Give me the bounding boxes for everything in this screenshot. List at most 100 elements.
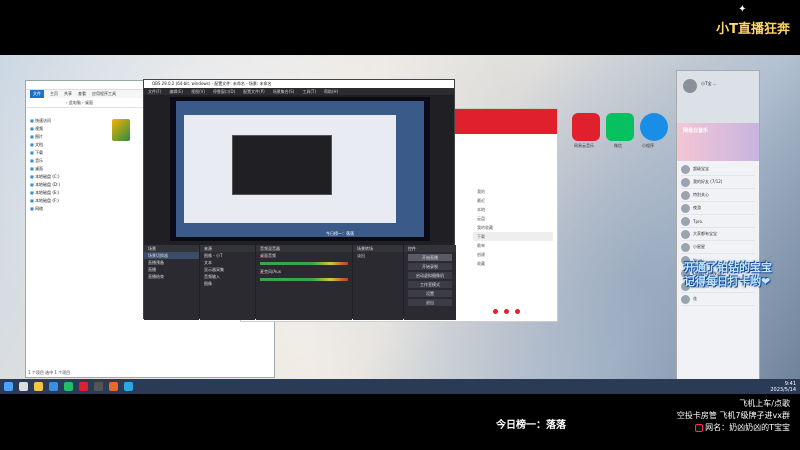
sidebar-item[interactable]: 本地磁盘 (D:)	[30, 181, 92, 189]
music-menu-item[interactable]: 云盘	[473, 214, 553, 223]
list-item[interactable]: 超级宝宝	[681, 163, 755, 176]
obs-menu-docks[interactable]: 停靠窗口(D)	[213, 88, 235, 95]
source-item[interactable]: 图像	[200, 280, 255, 287]
sidebar-item[interactable]: 视频	[30, 125, 92, 133]
mixer-header: 音频混音器	[256, 245, 352, 252]
stream-logo: ✦ 小T直播狂奔	[716, 4, 790, 37]
sources-dock: 来源 图像 - 小T 文本 显示器采集 音频输入 图像	[200, 245, 255, 320]
sidebar-item[interactable]: 下载	[30, 149, 92, 157]
source-item[interactable]: 音频输入	[200, 273, 255, 280]
contact-avatar	[681, 242, 690, 252]
preview-canvas: 今日榜一：落落	[176, 101, 424, 237]
list-item[interactable]: 我的好友 (7/12)	[681, 176, 755, 189]
exit-button[interactable]: 退出	[408, 299, 452, 306]
sidebar-item[interactable]: 本地磁盘 (F:)	[30, 197, 92, 205]
qq-username: 小T宝 ...	[701, 81, 717, 86]
list-item[interactable]: 夜游	[681, 202, 755, 215]
source-item[interactable]: 图像 - 小T	[200, 252, 255, 259]
audio-mixer-dock: 音频混音器 桌面音频 麦克风/Aux	[256, 245, 352, 320]
ribbon-tab-share[interactable]: 共享	[64, 90, 72, 98]
wechat-app-icon[interactable]	[606, 113, 634, 141]
avatar[interactable]	[683, 79, 697, 93]
source-item[interactable]: 文本	[200, 259, 255, 266]
ribbon-tab-app-tools[interactable]: 应用程序工具	[92, 90, 116, 98]
search-icon[interactable]	[19, 382, 28, 391]
scene-item[interactable]: 直播	[144, 266, 199, 273]
next-icon[interactable]	[515, 309, 520, 314]
edge-icon[interactable]	[49, 382, 58, 391]
contact-avatar	[681, 177, 690, 187]
caption-line: 记得每日打卡哟❤	[684, 275, 771, 288]
ribbon-tab-view[interactable]: 查看	[78, 90, 86, 98]
scene-item[interactable]: 直播预备	[144, 259, 199, 266]
start-recording-button[interactable]: 开始录制	[408, 263, 452, 270]
sidebar-item[interactable]: 文档	[30, 141, 92, 149]
list-item[interactable]: 小星星	[681, 241, 755, 254]
play-icon[interactable]	[504, 309, 509, 314]
app-label: 小程序	[642, 143, 654, 148]
list-item[interactable]: 大家都有宝宝	[681, 228, 755, 241]
prev-icon[interactable]	[493, 309, 498, 314]
wechat-icon[interactable]	[64, 382, 73, 391]
music-menu-item[interactable]: 收藏	[473, 259, 553, 268]
obs-menu-edit[interactable]: 编辑(E)	[169, 88, 183, 95]
shortcut-file-icon[interactable]	[112, 119, 130, 141]
sidebar-item[interactable]: 本地磁盘 (E:)	[30, 189, 92, 197]
sidebar-item[interactable]: 音乐	[30, 157, 92, 165]
obs-menu-scene-collection[interactable]: 场景集合(S)	[273, 88, 295, 95]
obs-menu-tools[interactable]: 工具(T)	[302, 88, 316, 95]
obs-menu-profile[interactable]: 配置文件(P)	[243, 88, 265, 95]
explorer-sidebar: 快速访问 视频 图片 文档 下载 音乐 桌面 本地磁盘 (C:) 本地磁盘 (D…	[26, 115, 96, 355]
contact-avatar	[681, 190, 690, 200]
virtual-camera-button[interactable]: 启动虚拟摄像机	[408, 272, 452, 279]
ribbon-tab-file[interactable]: 文件	[30, 90, 44, 98]
list-item[interactable]: 花	[681, 293, 755, 306]
ribbon-tab-home[interactable]: 主页	[50, 90, 58, 98]
obs-icon[interactable]	[94, 382, 103, 391]
scene-item[interactable]: 场景切换器	[144, 252, 199, 259]
sidebar-item[interactable]: 网络	[30, 205, 92, 213]
sidebar-item[interactable]: 快速访问	[30, 117, 92, 125]
settings-button[interactable]: 设置	[408, 290, 452, 297]
stream-info: 飞机上车/点歌 空投卡房管 飞机7级牌子进vx群 网名：奶凶奶凶的T宝宝	[677, 398, 790, 434]
obs-menu-view[interactable]: 视图(V)	[191, 88, 205, 95]
list-item[interactable]: Tpro.	[681, 215, 755, 228]
music-menu-item[interactable]: 最近	[473, 196, 553, 205]
source-item[interactable]: 显示器采集	[200, 266, 255, 273]
qq-banner[interactable]: 网易云音乐	[677, 123, 759, 161]
start-streaming-button[interactable]: 开始直播	[408, 254, 452, 261]
studio-mode-button[interactable]: 工作室模式	[408, 281, 452, 288]
sidebar-item[interactable]: 桌面	[30, 165, 92, 173]
mixer-channel-label: 麦克风/Aux	[260, 269, 281, 274]
mini-program-app-icon[interactable]	[640, 113, 668, 141]
sidebar-item[interactable]: 本地磁盘 (C:)	[30, 173, 92, 181]
obs-menu-help[interactable]: 帮助(H)	[324, 88, 338, 95]
app-icon[interactable]	[109, 382, 118, 391]
volume-meter[interactable]	[260, 262, 348, 265]
start-icon[interactable]	[4, 382, 13, 391]
qq-icon[interactable]	[124, 382, 133, 391]
sidebar-item[interactable]: 图片	[30, 133, 92, 141]
music-menu-item[interactable]: 我的收藏	[473, 223, 553, 232]
music-menu-item[interactable]: 创建	[473, 250, 553, 259]
list-item[interactable]: 特别关心	[681, 189, 755, 202]
controls-header: 控件	[404, 245, 456, 252]
scene-item[interactable]: 直播结束	[144, 273, 199, 280]
netease-music-app-icon[interactable]	[572, 113, 600, 141]
music-menu-item[interactable]: 我的	[473, 187, 553, 196]
transition-select[interactable]: 淡出	[353, 252, 403, 259]
obs-menu-file[interactable]: 文件(F)	[148, 88, 161, 95]
qq-panel[interactable]: 小T宝 ... 网易云音乐 超级宝宝 我的好友 (7/12) 特别关心 夜游 T…	[676, 70, 760, 380]
sources-header: 来源	[200, 245, 255, 252]
music-menu-item[interactable]: 本地	[473, 205, 553, 214]
music-menu-item[interactable]: 歌单	[473, 241, 553, 250]
contact-name: 小星星	[693, 244, 705, 249]
music-menu-item-selected[interactable]: 下载	[473, 232, 553, 241]
folder-icon[interactable]	[34, 382, 43, 391]
obs-preview[interactable]: 今日榜一：落落	[170, 97, 430, 241]
app-label: 微信	[614, 143, 622, 148]
contact-avatar	[681, 203, 690, 213]
obs-window[interactable]: OBS 29.0.2 (64-bit, windows) - 配置文件: 未命名…	[143, 79, 456, 320]
netease-icon[interactable]	[79, 382, 88, 391]
volume-meter[interactable]	[260, 278, 348, 281]
